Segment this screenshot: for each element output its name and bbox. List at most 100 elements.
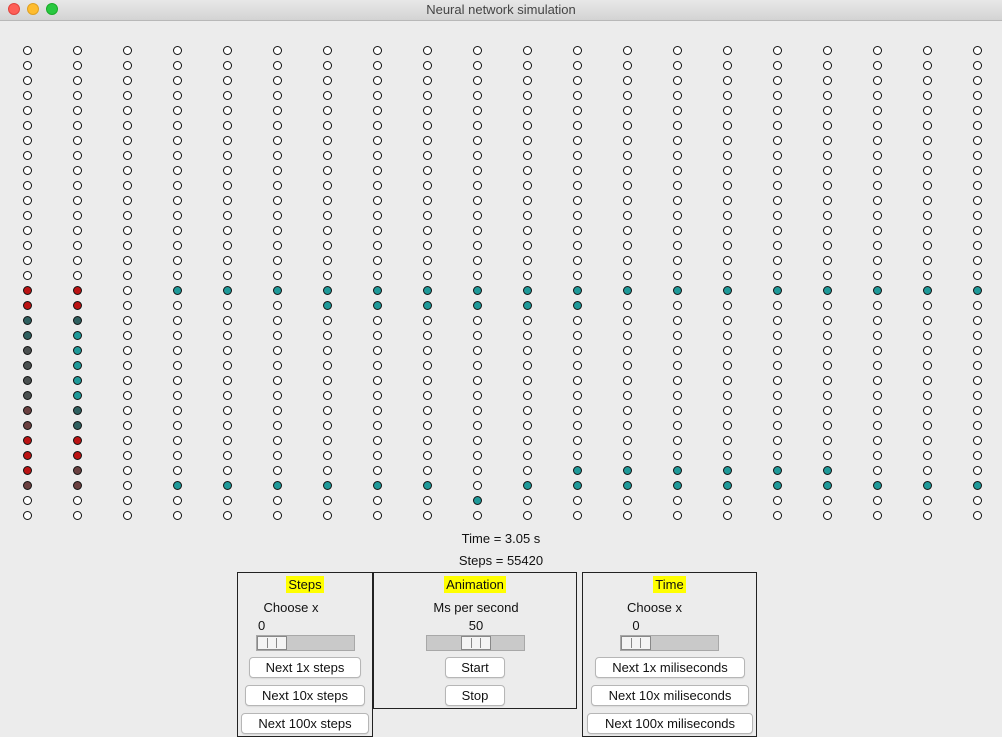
time-slider-thumb[interactable]: [621, 636, 651, 650]
neuron: [823, 316, 832, 325]
neuron: [373, 151, 382, 160]
neuron: [973, 361, 982, 370]
neuron: [623, 46, 632, 55]
neuron: [223, 256, 232, 265]
neuron: [723, 256, 732, 265]
neuron: [423, 436, 432, 445]
neuron: [173, 331, 182, 340]
neuron: [923, 286, 932, 295]
neuron: [273, 181, 282, 190]
neuron: [773, 61, 782, 70]
neuron: [723, 226, 732, 235]
neuron: [573, 331, 582, 340]
neuron: [673, 196, 682, 205]
neuron: [723, 121, 732, 130]
neuron: [673, 166, 682, 175]
neuron: [773, 421, 782, 430]
neuron: [673, 241, 682, 250]
neuron: [773, 271, 782, 280]
neuron: [23, 46, 32, 55]
neuron: [573, 166, 582, 175]
neuron: [973, 226, 982, 235]
neuron: [223, 151, 232, 160]
neuron: [73, 376, 82, 385]
neuron: [723, 511, 732, 520]
neuron: [773, 436, 782, 445]
neuron: [823, 76, 832, 85]
neuron: [223, 226, 232, 235]
neuron: [723, 106, 732, 115]
neuron: [673, 211, 682, 220]
neuron: [923, 316, 932, 325]
neuron: [273, 316, 282, 325]
animation-panel-title: Animation: [444, 576, 506, 593]
neuron: [373, 181, 382, 190]
neuron: [323, 181, 332, 190]
steps-slider-thumb[interactable]: [257, 636, 287, 650]
steps-panel-title: Steps: [286, 576, 324, 593]
neuron: [273, 451, 282, 460]
neuron: [223, 406, 232, 415]
neuron: [923, 211, 932, 220]
neuron: [823, 196, 832, 205]
animation-rate-slider-thumb[interactable]: [460, 636, 491, 650]
neuron: [223, 511, 232, 520]
neuron: [173, 301, 182, 310]
neuron: [423, 496, 432, 505]
neuron: [323, 256, 332, 265]
neuron: [473, 286, 482, 295]
neuron: [623, 136, 632, 145]
neuron: [23, 106, 32, 115]
neuron: [623, 316, 632, 325]
neuron: [173, 121, 182, 130]
neuron: [923, 166, 932, 175]
neuron: [673, 301, 682, 310]
steps-slider[interactable]: [256, 635, 355, 651]
animation-rate-slider[interactable]: [426, 635, 525, 651]
neuron: [473, 151, 482, 160]
neuron: [823, 466, 832, 475]
neuron: [123, 451, 132, 460]
neuron: [973, 166, 982, 175]
neuron: [423, 406, 432, 415]
next-100x-milliseconds-button[interactable]: Next 100x miliseconds: [587, 713, 753, 734]
neuron: [873, 361, 882, 370]
neuron: [773, 451, 782, 460]
neuron: [23, 91, 32, 100]
neuron: [973, 376, 982, 385]
neuron: [773, 151, 782, 160]
neuron: [723, 391, 732, 400]
neuron: [523, 316, 532, 325]
neuron: [773, 241, 782, 250]
neuron: [23, 481, 32, 490]
neuron: [873, 241, 882, 250]
neuron: [423, 301, 432, 310]
neuron: [873, 91, 882, 100]
neuron: [123, 391, 132, 400]
neuron: [423, 91, 432, 100]
neuron: [173, 286, 182, 295]
neuron: [373, 226, 382, 235]
next-1x-milliseconds-button[interactable]: Next 1x miliseconds: [595, 657, 745, 678]
neuron: [423, 466, 432, 475]
neuron: [323, 106, 332, 115]
neuron: [523, 61, 532, 70]
next-10x-milliseconds-button[interactable]: Next 10x miliseconds: [591, 685, 749, 706]
neuron: [173, 316, 182, 325]
neuron: [773, 286, 782, 295]
neuron: [823, 61, 832, 70]
stop-button[interactable]: Stop: [445, 685, 505, 706]
start-button[interactable]: Start: [445, 657, 505, 678]
neuron: [23, 136, 32, 145]
neuron: [373, 106, 382, 115]
neuron: [623, 61, 632, 70]
neuron: [523, 46, 532, 55]
neuron: [673, 346, 682, 355]
next-1x-steps-button[interactable]: Next 1x steps: [249, 657, 361, 678]
next-100x-steps-button[interactable]: Next 100x steps: [241, 713, 369, 734]
next-10x-steps-button[interactable]: Next 10x steps: [245, 685, 365, 706]
neuron: [973, 316, 982, 325]
neuron: [923, 451, 932, 460]
time-slider[interactable]: [620, 635, 719, 651]
neuron: [423, 196, 432, 205]
